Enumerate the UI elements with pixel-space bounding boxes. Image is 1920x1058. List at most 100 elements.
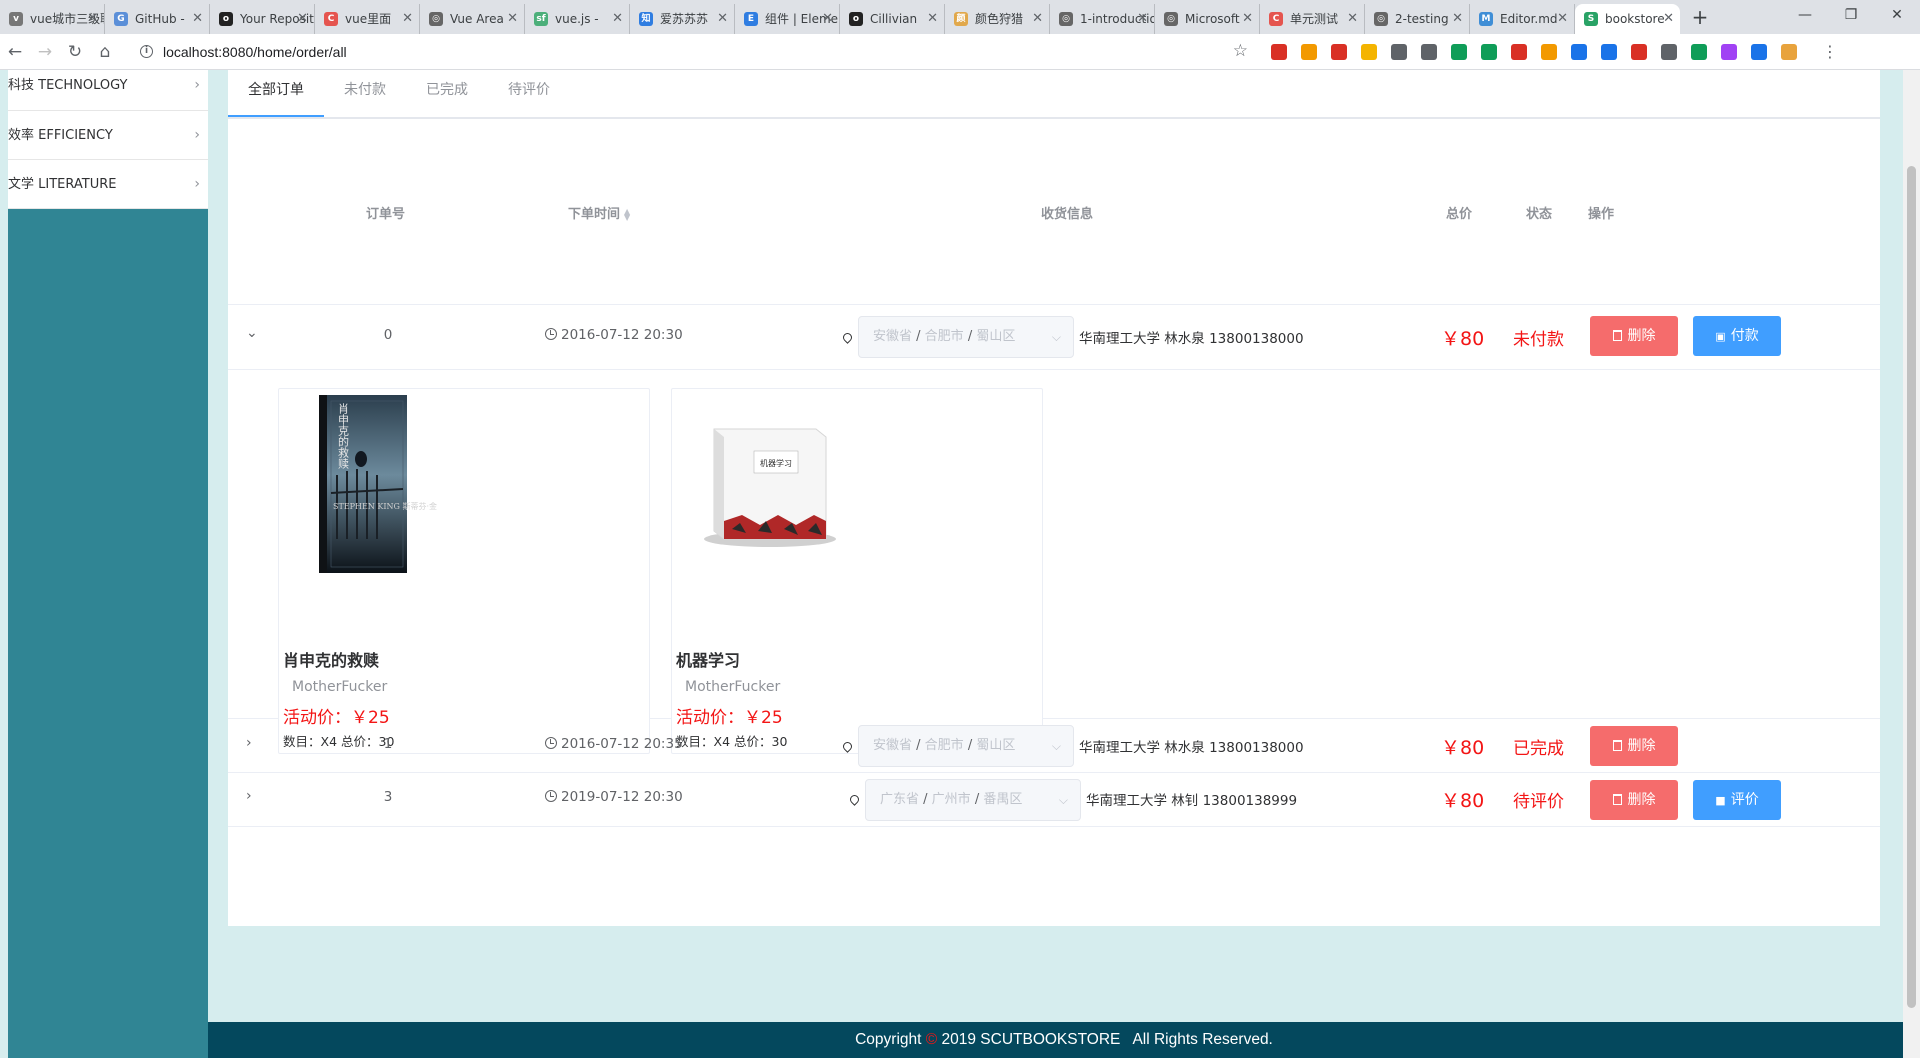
header-order-time[interactable]: 下单时间 ▲ ▼ (568, 203, 630, 222)
close-icon[interactable]: ✕ (192, 4, 203, 34)
separator: / (912, 738, 925, 753)
tab-unpaid[interactable]: 未付款 (324, 70, 406, 117)
browser-tab[interactable]: ◎1-introduction✕ (1050, 4, 1155, 34)
extension-icon[interactable] (1781, 43, 1797, 60)
extension-icon[interactable] (1391, 43, 1407, 60)
sidebar-item-efficiency[interactable]: 效率 EFFICIENCY › (8, 111, 208, 160)
extension-icon[interactable] (1511, 43, 1527, 60)
tab-title: 2-testing (1395, 12, 1449, 26)
region-cascader[interactable]: 安徽省 / 合肥市 / 蜀山区 ⌵ (858, 725, 1074, 767)
footer-prefix: Copyright (855, 1031, 922, 1048)
close-icon[interactable]: ✕ (612, 4, 623, 34)
chevron-right-icon[interactable]: › (246, 735, 252, 751)
browser-tab[interactable]: 颜颜色狩猎 ✕ (945, 4, 1050, 34)
extension-icon[interactable] (1691, 43, 1707, 60)
book-card[interactable]: 肖申克的救赎 STEPHEN KING 斯蒂芬·金 肖申克的救赎 MotherF… (278, 388, 650, 754)
district-text: 蜀山区 (976, 329, 1016, 344)
extension-icon[interactable] (1631, 43, 1647, 60)
restore-icon[interactable]: ❐ (1828, 0, 1874, 34)
extension-icon[interactable] (1661, 43, 1677, 60)
extension-icon[interactable] (1271, 43, 1287, 60)
close-icon[interactable]: ✕ (717, 4, 728, 34)
close-icon[interactable]: ✕ (297, 4, 308, 34)
separator: / (963, 738, 977, 753)
new-tab-button[interactable]: + (1686, 4, 1714, 32)
delete-button[interactable]: 删除 (1590, 780, 1678, 820)
tab-favicon-icon: ◎ (429, 12, 443, 26)
close-icon[interactable]: ✕ (1557, 4, 1568, 34)
info-icon[interactable]: i (140, 45, 153, 58)
extension-icon[interactable] (1721, 43, 1737, 60)
browser-tab[interactable]: sf vue.js - ✕ (525, 4, 630, 34)
book-title[interactable]: 机器学习 (676, 647, 740, 671)
close-icon[interactable]: ✕ (1032, 4, 1043, 34)
extension-icon[interactable] (1481, 43, 1497, 60)
pay-button[interactable]: ▣ 付款 (1693, 316, 1781, 356)
extension-icon[interactable] (1451, 43, 1467, 60)
book-title[interactable]: 肖申克的救赎 (283, 647, 379, 671)
browser-tab[interactable]: vvue城市三级联动✕ (0, 4, 105, 34)
delete-button[interactable]: 删除 (1590, 726, 1678, 766)
extension-icon[interactable] (1331, 43, 1347, 60)
tab-title: Editor.md (1500, 12, 1558, 26)
tab-to-review[interactable]: 待评价 (488, 70, 570, 117)
close-icon[interactable]: ✕ (822, 4, 833, 34)
browser-menu-icon[interactable]: ⋮ (1822, 42, 1838, 61)
extension-icon[interactable] (1601, 43, 1617, 60)
header-order-no: 订单号 (366, 207, 406, 222)
order-time-text: 2019-07-12 20:30 (561, 789, 683, 805)
tab-all-orders[interactable]: 全部订单 (228, 70, 324, 117)
close-icon[interactable]: ✕ (1137, 4, 1148, 34)
extension-icon[interactable] (1541, 43, 1557, 60)
delete-button[interactable]: 删除 (1590, 316, 1678, 356)
minimize-icon[interactable]: — (1782, 0, 1828, 34)
chevron-down-icon[interactable]: ⌄ (246, 325, 258, 341)
chevron-right-icon[interactable]: › (246, 788, 252, 804)
pay-button-label: 付款 (1730, 328, 1759, 344)
sort-icon[interactable]: ▲ ▼ (624, 207, 630, 221)
browser-tab[interactable]: E组件 | Element✕ (735, 4, 840, 34)
close-icon[interactable]: ✕ (1663, 4, 1674, 34)
close-icon[interactable]: ✕ (1452, 4, 1463, 34)
extension-icon[interactable] (1421, 43, 1437, 60)
browser-tab[interactable]: C 单元测试 ✕ (1260, 4, 1365, 34)
extension-icon[interactable] (1361, 43, 1377, 60)
close-icon[interactable]: ✕ (402, 4, 413, 34)
review-button[interactable]: ■ 评价 (1693, 780, 1781, 820)
browser-tab[interactable]: G GitHub - ✕ (105, 4, 210, 34)
sidebar-item-literature[interactable]: 文学 LITERATURE › (8, 160, 208, 209)
tab-completed[interactable]: 已完成 (406, 70, 488, 117)
browser-tab[interactable]: ◎ Microsoft ✕ (1155, 4, 1260, 34)
forward-button[interactable]: → (30, 42, 60, 62)
close-icon[interactable]: ✕ (87, 4, 98, 34)
extension-icon[interactable] (1751, 43, 1767, 60)
bookmark-star-icon[interactable]: ☆ (1233, 41, 1248, 61)
url-text[interactable]: localhost:8080/home/order/all (163, 44, 347, 60)
browser-tab[interactable]: Sbookstore ✕ (1575, 4, 1680, 34)
sidebar-item-technology[interactable]: 科技 TECHNOLOGY › (8, 70, 208, 111)
book-card[interactable]: 机器学习 机器学习 MotherFucker 活动价：￥25 数目：X4 总价：… (671, 388, 1043, 754)
scrollbar-thumb[interactable] (1907, 166, 1916, 1008)
order-number: 1 (383, 736, 393, 752)
browser-tab[interactable]: o Cillivian ✕ (840, 4, 945, 34)
close-icon[interactable]: ✕ (507, 4, 518, 34)
close-icon[interactable]: ✕ (1347, 4, 1358, 34)
close-icon[interactable]: ✕ (1242, 4, 1253, 34)
browser-tab[interactable]: M Editor.md ✕ (1470, 4, 1575, 34)
browser-tab[interactable]: oYour Repositories✕ (210, 4, 315, 34)
reload-button[interactable]: ↻ (60, 42, 90, 62)
browser-tab[interactable]: ◎ 2-testing ✕ (1365, 4, 1470, 34)
region-cascader[interactable]: 安徽省 / 合肥市 / 蜀山区 ⌵ (858, 316, 1074, 358)
home-button[interactable]: ⌂ (90, 42, 120, 62)
extension-icon[interactable] (1571, 43, 1587, 60)
scrollbar[interactable] (1903, 70, 1920, 1058)
region-cascader[interactable]: 广东省 / 广州市 / 番禺区 ⌵ (865, 779, 1081, 821)
browser-tab[interactable]: Cvue里面 ✕ (315, 4, 420, 34)
address-bar[interactable]: i localhost:8080/home/order/all ☆ (128, 38, 1258, 66)
close-icon[interactable]: ✕ (927, 4, 938, 34)
close-window-icon[interactable]: ✕ (1874, 0, 1920, 34)
browser-tab[interactable]: 知爱苏苏苏 ✕ (630, 4, 735, 34)
browser-tab[interactable]: ◎ Vue Area ✕ (420, 4, 525, 34)
back-button[interactable]: ← (0, 42, 30, 62)
extension-icon[interactable] (1301, 43, 1317, 60)
